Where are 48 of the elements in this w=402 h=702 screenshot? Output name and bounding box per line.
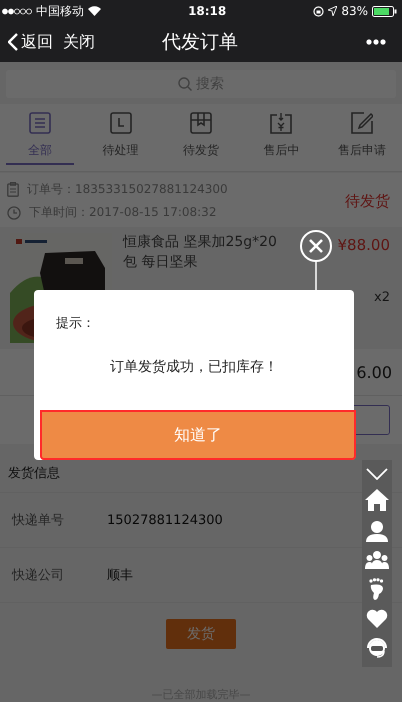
footprint-icon[interactable] bbox=[369, 578, 385, 600]
product-quantity: x2 bbox=[374, 290, 390, 305]
clock-time: 18:18 bbox=[187, 4, 228, 18]
order-total: 6.00 bbox=[356, 362, 392, 382]
more-icon[interactable] bbox=[366, 39, 386, 45]
product-price: ¥88.00 bbox=[338, 236, 390, 254]
back-label: 返回 bbox=[21, 32, 53, 52]
chevron-left-icon bbox=[8, 33, 18, 51]
carrier-name: 中国移动 bbox=[36, 2, 84, 20]
section-heading: 发货信息 bbox=[8, 466, 60, 481]
person-icon[interactable] bbox=[366, 520, 388, 542]
battery-icon bbox=[372, 6, 398, 16]
group-icon[interactable] bbox=[365, 551, 389, 569]
field-label: 快递公司 bbox=[12, 567, 65, 584]
field-value: 15027881124300 bbox=[107, 512, 223, 528]
confirm-button[interactable]: 知道了 bbox=[40, 410, 356, 460]
close-button[interactable]: 关闭 bbox=[63, 32, 95, 52]
wifi-icon bbox=[88, 6, 101, 16]
search-icon bbox=[178, 77, 192, 91]
rotation-lock-icon bbox=[313, 6, 324, 16]
heart-icon[interactable] bbox=[366, 609, 388, 628]
battery-percent: 83% bbox=[341, 4, 368, 18]
order-tab[interactable]: 待处理 bbox=[86, 112, 155, 165]
clock-icon bbox=[110, 112, 132, 134]
box-icon bbox=[190, 112, 212, 134]
dialog-title: 提示： bbox=[55, 315, 96, 332]
signal-icon bbox=[2, 8, 32, 14]
yen-box-icon bbox=[270, 112, 292, 134]
field-label: 快递单号 bbox=[12, 512, 65, 529]
clock-icon bbox=[7, 206, 21, 220]
home-icon[interactable] bbox=[365, 489, 389, 511]
headset-icon[interactable] bbox=[366, 637, 388, 659]
field-value: 顺丰 bbox=[107, 567, 133, 584]
dialog-message: 订单发货成功，已扣库存！ bbox=[109, 358, 279, 377]
order-tab[interactable]: 售后申请 bbox=[328, 112, 396, 165]
order-tab[interactable]: 全部 bbox=[6, 112, 74, 165]
location-icon bbox=[328, 6, 338, 16]
order-tab[interactable]: 待发货 bbox=[166, 112, 236, 165]
list-icon bbox=[29, 112, 52, 134]
page-title: 代发订单 bbox=[161, 30, 239, 55]
order-tab[interactable]: 售后中 bbox=[247, 112, 316, 165]
product-title: 恒康食品 坚果加25g*20包 每日坚果 bbox=[123, 233, 278, 272]
ship-button[interactable]: 发货 bbox=[166, 619, 236, 649]
order-status: 待发货 bbox=[345, 192, 390, 210]
clipboard-icon bbox=[7, 182, 19, 197]
pencil-icon bbox=[350, 112, 373, 134]
chevron-down-icon[interactable] bbox=[366, 468, 388, 480]
back-button[interactable]: 返回 bbox=[8, 32, 53, 52]
